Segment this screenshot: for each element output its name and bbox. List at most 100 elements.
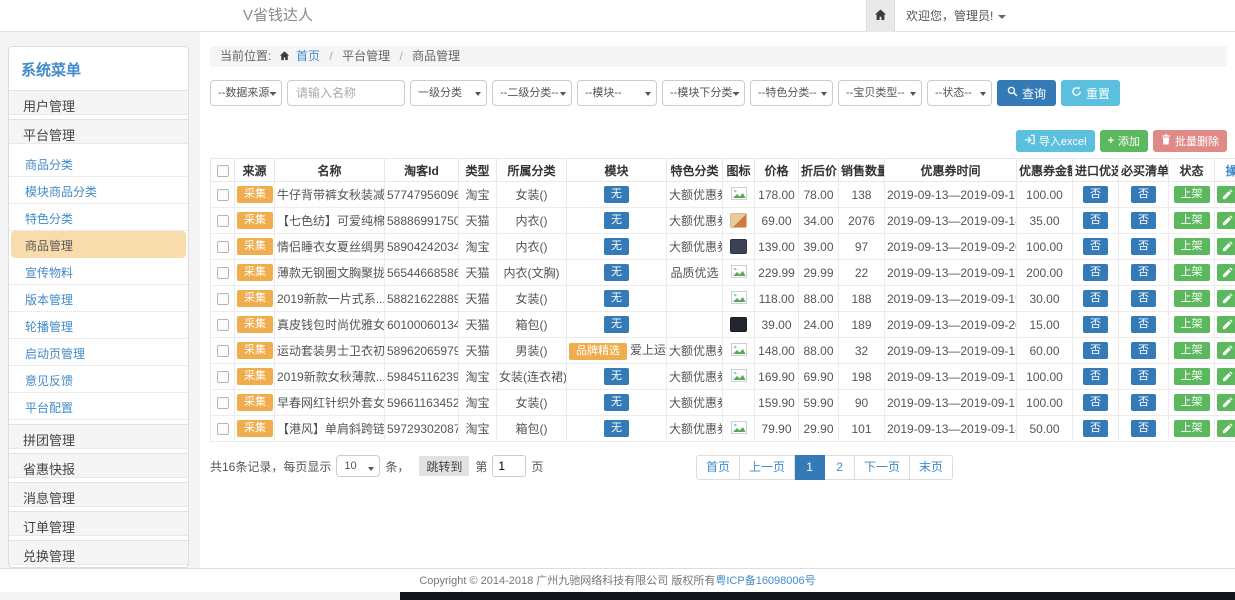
user-menu[interactable]: 欢迎您，管理员!: [906, 0, 1006, 32]
edit-button[interactable]: [1217, 316, 1235, 333]
import-toggle-badge[interactable]: 否: [1083, 290, 1108, 307]
reset-button[interactable]: 重置: [1061, 80, 1120, 106]
sidebar-item-启动页管理[interactable]: 启动页管理: [9, 339, 188, 366]
filter-select-0[interactable]: --数据来源--: [210, 80, 282, 106]
must-buy-toggle-badge[interactable]: 否: [1131, 264, 1156, 281]
select-all-checkbox[interactable]: [217, 165, 229, 177]
must-buy-toggle-badge[interactable]: 否: [1131, 316, 1156, 333]
sidebar-item-商品管理[interactable]: 商品管理: [11, 231, 186, 258]
home-button[interactable]: [866, 0, 895, 32]
edit-button[interactable]: [1217, 186, 1235, 203]
must-buy-toggle-badge[interactable]: 否: [1131, 394, 1156, 411]
filter-select-2[interactable]: 一级分类: [410, 80, 487, 106]
filter-select-7[interactable]: --宝贝类型--: [838, 80, 922, 106]
status-badge[interactable]: 上架: [1174, 264, 1210, 281]
page-number-input[interactable]: [492, 455, 526, 477]
edit-button[interactable]: [1217, 394, 1235, 411]
pager-button-首页[interactable]: 首页: [696, 455, 740, 480]
pager-button-下一页[interactable]: 下一页: [855, 455, 910, 480]
row-checkbox[interactable]: [217, 215, 229, 227]
import-toggle-badge[interactable]: 否: [1083, 316, 1108, 333]
import-toggle-badge[interactable]: 否: [1083, 420, 1108, 437]
row-checkbox[interactable]: [217, 241, 229, 253]
import-toggle-badge[interactable]: 否: [1083, 368, 1108, 385]
batch-delete-button[interactable]: 批量删除: [1153, 130, 1227, 152]
sidebar-item-模块商品分类[interactable]: 模块商品分类: [9, 177, 188, 204]
row-checkbox[interactable]: [217, 267, 229, 279]
pager-button-末页[interactable]: 末页: [910, 455, 953, 480]
sidebar-item-意见反馈[interactable]: 意见反馈: [9, 366, 188, 393]
import-toggle-badge[interactable]: 否: [1083, 264, 1108, 281]
must-buy-toggle-badge[interactable]: 否: [1131, 368, 1156, 385]
sidebar-group-用户管理[interactable]: 用户管理: [9, 90, 188, 115]
breadcrumb-prefix: 当前位置:: [220, 49, 271, 63]
icon-cell: [723, 208, 755, 234]
edit-button[interactable]: [1217, 420, 1235, 437]
filter-select-4[interactable]: --模块--: [577, 80, 657, 106]
status-badge[interactable]: 上架: [1174, 394, 1210, 411]
import-toggle-badge[interactable]: 否: [1083, 394, 1108, 411]
must-buy-toggle-badge[interactable]: 否: [1131, 186, 1156, 203]
sidebar-group-兑换管理[interactable]: 兑换管理: [9, 540, 188, 565]
pager-button-2[interactable]: 2: [825, 455, 855, 480]
filter-select-3[interactable]: --二级分类--: [492, 80, 572, 106]
jump-button[interactable]: 跳转到: [419, 456, 469, 476]
status-badge[interactable]: 上架: [1174, 290, 1210, 307]
must-buy-toggle-badge[interactable]: 否: [1131, 420, 1156, 437]
status-badge[interactable]: 上架: [1174, 342, 1210, 359]
row-checkbox[interactable]: [217, 319, 229, 331]
status-badge[interactable]: 上架: [1174, 368, 1210, 385]
edit-button[interactable]: [1217, 238, 1235, 255]
per-page-select[interactable]: 10: [336, 455, 380, 477]
sidebar-item-平台配置[interactable]: 平台配置: [9, 393, 188, 420]
filter-select-8[interactable]: --状态--: [927, 80, 992, 106]
sidebar-group-平台管理[interactable]: 平台管理: [9, 119, 188, 144]
row-checkbox[interactable]: [217, 397, 229, 409]
status-cell: 上架: [1169, 390, 1215, 416]
status-badge[interactable]: 上架: [1174, 420, 1210, 437]
status-badge[interactable]: 上架: [1174, 238, 1210, 255]
filter-select-5[interactable]: --模块下分类--: [662, 80, 745, 106]
sidebar-group-消息管理[interactable]: 消息管理: [9, 482, 188, 507]
type-cell: 淘宝: [459, 234, 497, 260]
row-checkbox[interactable]: [217, 345, 229, 357]
sidebar-item-版本管理[interactable]: 版本管理: [9, 285, 188, 312]
edit-button[interactable]: [1217, 342, 1235, 359]
row-checkbox[interactable]: [217, 371, 229, 383]
status-badge[interactable]: 上架: [1174, 186, 1210, 203]
row-checkbox[interactable]: [217, 293, 229, 305]
import-excel-button[interactable]: 导入excel: [1016, 130, 1095, 152]
feature-cell: 大额优惠券: [667, 364, 723, 390]
name-search-input[interactable]: [287, 80, 405, 106]
sidebar-item-特色分类[interactable]: 特色分类: [9, 204, 188, 231]
pager-button-上一页[interactable]: 上一页: [740, 455, 795, 480]
status-badge[interactable]: 上架: [1174, 212, 1210, 229]
icp-link[interactable]: 粤ICP备16098006号: [715, 575, 815, 587]
must-buy-toggle-badge[interactable]: 否: [1131, 290, 1156, 307]
sidebar-item-商品分类[interactable]: 商品分类: [9, 150, 188, 177]
sidebar-item-宣传物料[interactable]: 宣传物料: [9, 258, 188, 285]
filter-select-6[interactable]: --特色分类--: [750, 80, 833, 106]
status-badge[interactable]: 上架: [1174, 316, 1210, 333]
row-checkbox[interactable]: [217, 423, 229, 435]
import-toggle-badge[interactable]: 否: [1083, 186, 1108, 203]
sidebar-group-省惠快报[interactable]: 省惠快报: [9, 453, 188, 478]
breadcrumb-home-link[interactable]: 首页: [296, 49, 320, 63]
edit-button[interactable]: [1217, 290, 1235, 307]
edit-button[interactable]: [1217, 264, 1235, 281]
sidebar-item-轮播管理[interactable]: 轮播管理: [9, 312, 188, 339]
pager-button-1[interactable]: 1: [795, 455, 825, 480]
search-button[interactable]: 查询: [997, 80, 1056, 106]
import-toggle-badge[interactable]: 否: [1083, 238, 1108, 255]
import-toggle-badge[interactable]: 否: [1083, 342, 1108, 359]
add-button[interactable]: + 添加: [1100, 130, 1148, 152]
import-toggle-badge[interactable]: 否: [1083, 212, 1108, 229]
sidebar-group-拼团管理[interactable]: 拼团管理: [9, 424, 188, 449]
row-checkbox[interactable]: [217, 189, 229, 201]
edit-button[interactable]: [1217, 212, 1235, 229]
must-buy-toggle-badge[interactable]: 否: [1131, 238, 1156, 255]
must-buy-toggle-badge[interactable]: 否: [1131, 212, 1156, 229]
edit-button[interactable]: [1217, 368, 1235, 385]
must-buy-toggle-badge[interactable]: 否: [1131, 342, 1156, 359]
sidebar-group-订单管理[interactable]: 订单管理: [9, 511, 188, 536]
